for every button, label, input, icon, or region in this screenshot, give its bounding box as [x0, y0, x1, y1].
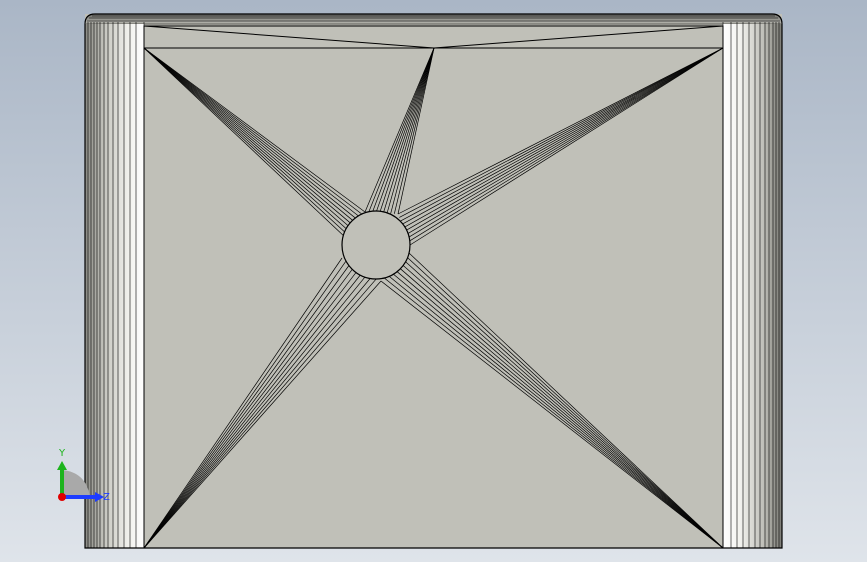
- center-boss[interactable]: [341, 210, 411, 280]
- model-view[interactable]: Y Z: [0, 0, 867, 562]
- part-body[interactable]: [84, 13, 783, 549]
- triad-origin: [58, 493, 66, 501]
- triad-y-label: Y: [58, 448, 66, 459]
- part-front-face: [85, 14, 782, 548]
- triad-z-label: Z: [103, 492, 110, 503]
- graphics-viewport[interactable]: Y Z: [0, 0, 867, 562]
